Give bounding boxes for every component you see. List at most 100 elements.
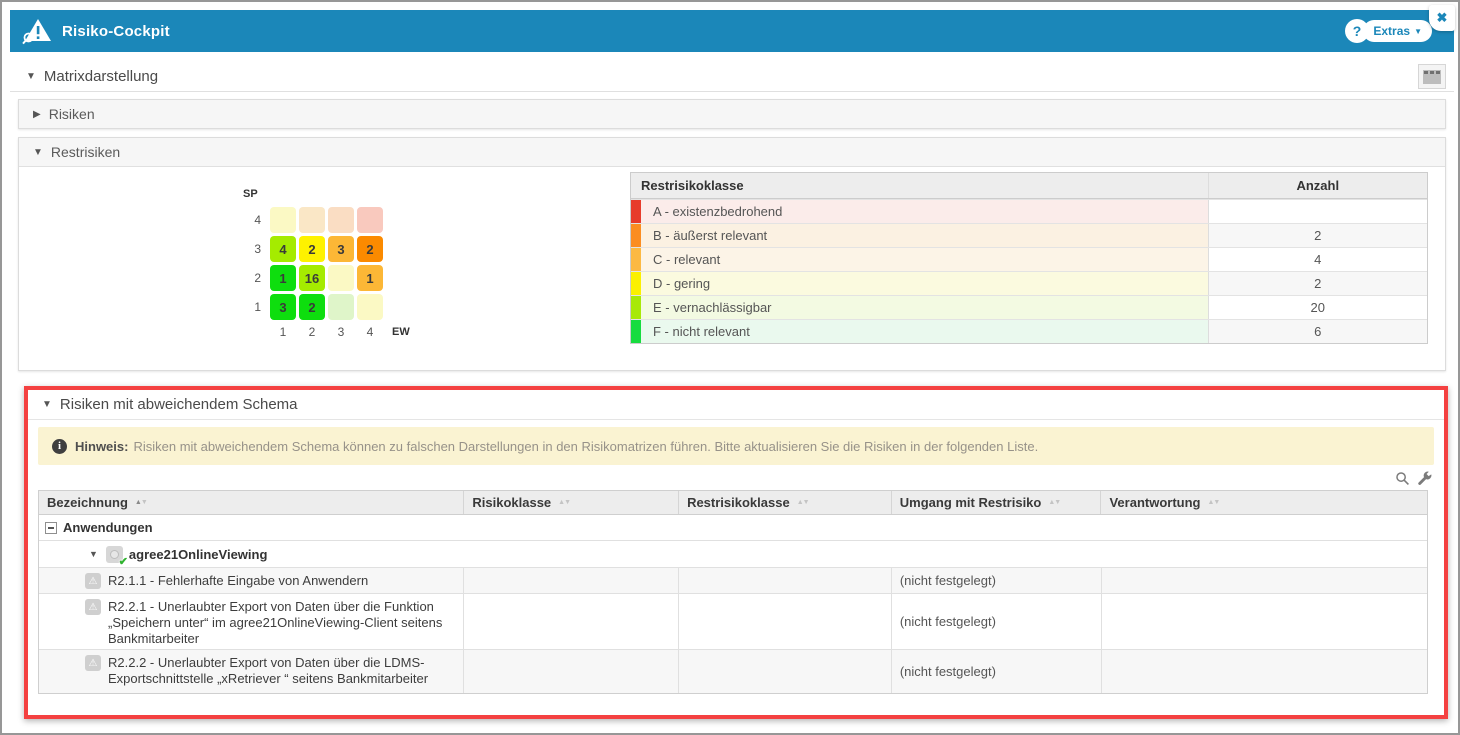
matrix-column-labels: 1 2 3 4 EW [241,325,410,339]
group-row-anwendungen[interactable]: Anwendungen [39,515,1427,540]
tree-node-agree21onlineviewing[interactable]: ▼ ✔ agree21OnlineViewing [39,540,1427,567]
hint-label: Hinweis: [75,439,128,454]
risikoklasse-value [464,650,679,693]
restrisikoklasse-value [679,650,892,693]
section-matrixdarstellung[interactable]: ▼ Matrixdarstellung [10,62,1454,92]
risk-row-r211[interactable]: ⚠ R2.1.1 - Fehlerhafte Eingabe von Anwen… [39,567,1427,593]
panel-restrisiken-header[interactable]: ▼ Restrisiken [19,138,1445,167]
panel-risiken-header[interactable]: ▶ Risiken [19,100,1445,128]
class-color-strip [631,320,641,343]
matrix-cell: 2 [357,236,383,262]
risk-row-r221[interactable]: ⚠ R2.2.1 - Unerlaubter Export von Daten … [39,593,1427,649]
table-row: E - vernachlässigbar 20 [631,295,1427,319]
panel-restrisiken: ▼ Restrisiken SP 4 3 4 2 3 2 2 1 [18,137,1446,371]
risk-name: R2.2.2 - Unerlaubter Export von Daten üb… [108,655,452,687]
matrix-cell: 1 [270,265,296,291]
matrix-cell [270,207,296,233]
matrix-cell [328,207,354,233]
caret-down-icon[interactable]: ▼ [89,549,98,559]
panel-risiken-label: Risiken [49,106,95,122]
restrisikoklasse-value [679,568,892,593]
table-row: C - relevant 4 [631,247,1427,271]
table-row: B - äußerst relevant 2 [631,223,1427,247]
column-header-verantwortung[interactable]: Verantwortung ▲▼ [1101,491,1427,514]
check-icon: ✔ [119,555,128,568]
extras-button[interactable]: Extras ▼ [1363,20,1432,42]
panel-restrisiken-label: Restrisiken [51,144,120,160]
class-color-strip [631,224,641,247]
risk-warning-icon: ⚠ [85,573,101,589]
search-icon[interactable] [1395,471,1410,486]
class-count: 4 [1208,248,1427,271]
risk-warning-logo-icon [22,18,52,45]
sort-icons: ▲▼ [1048,499,1060,506]
matrix-cell: 1 [357,265,383,291]
layout-grid-button[interactable] [1418,64,1446,89]
extras-label: Extras [1373,24,1410,38]
column-header-bezeichnung[interactable]: Bezeichnung ▲▼ [39,491,464,514]
column-header-restrisikoklasse: Restrisikoklasse [631,178,744,193]
group-label: Anwendungen [63,520,153,535]
risk-list-table: Bezeichnung ▲▼ Risikoklasse ▲▼ Restrisik… [38,490,1428,694]
class-count: 2 [1208,272,1427,295]
matrix-col-label: 3 [328,325,354,339]
hint-text: Risiken mit abweichendem Schema können z… [133,439,1038,454]
panel-risiken: ▶ Risiken [18,99,1446,129]
matrix-col-label: 1 [270,325,296,339]
risk-matrix: SP 4 3 4 2 3 2 2 1 16 1 [241,188,410,339]
class-count: 6 [1208,320,1427,343]
class-label: C - relevant [641,252,720,267]
risk-name: R2.1.1 - Fehlerhafte Eingabe von Anwende… [108,573,368,589]
title-bar: Risiko-Cockpit ? Extras ▼ [10,10,1454,52]
matrix-cell: 2 [299,236,325,262]
matrix-x-axis-label: EW [392,326,410,338]
matrix-cell [357,207,383,233]
column-header-risikoklasse[interactable]: Risikoklasse ▲▼ [464,491,679,514]
matrix-row: 2 1 16 1 [241,265,410,291]
matrix-col-label: 4 [357,325,383,339]
node-label: agree21OnlineViewing [129,547,267,562]
risk-row-r222[interactable]: ⚠ R2.2.2 - Unerlaubter Export von Daten … [39,649,1427,693]
risikoklasse-value [464,594,679,649]
sort-icons: ▲▼ [558,499,570,506]
class-label: D - gering [641,276,710,291]
risikoklasse-value [464,568,679,593]
section-schema-header[interactable]: ▼ Risiken mit abweichendem Schema [28,390,1444,420]
chevron-down-icon: ▼ [1414,27,1422,36]
collapse-minus-icon[interactable] [45,522,57,534]
section-schema-label: Risiken mit abweichendem Schema [60,396,298,413]
class-label: B - äußerst relevant [641,228,767,243]
matrix-row-label: 3 [241,242,261,256]
matrix-row: 1 3 2 [241,294,410,320]
matrix-cell [328,294,354,320]
caret-down-icon: ▼ [26,71,36,82]
class-color-strip [631,248,641,271]
matrix-cell [299,207,325,233]
close-button[interactable]: ✖ [1429,5,1455,31]
class-count: 20 [1208,296,1427,319]
class-label: A - existenzbedrohend [641,204,782,219]
matrix-row-label: 2 [241,271,261,285]
risk-warning-icon: ⚠ [85,599,101,615]
app-window: Risiko-Cockpit ? Extras ▼ ✖ ▼ Matrixdars… [0,0,1460,735]
verantwortung-value [1102,568,1428,593]
matrix-row-label: 1 [241,300,261,314]
verantwortung-value [1102,594,1428,649]
caret-right-icon: ▶ [33,109,41,120]
class-color-strip [631,272,641,295]
caret-down-icon: ▼ [33,147,43,158]
matrix-col-label: 2 [299,325,325,339]
table-row: D - gering 2 [631,271,1427,295]
matrix-cell: 16 [299,265,325,291]
hint-banner: i Hinweis: Risiken mit abweichendem Sche… [38,427,1434,465]
column-header-anzahl: Anzahl [1208,173,1427,198]
restrisikoklasse-value [679,594,892,649]
umgang-value: (nicht festgelegt) [892,650,1102,693]
column-header-restrisikoklasse[interactable]: Restrisikoklasse ▲▼ [679,491,892,514]
class-count [1208,200,1427,223]
umgang-value: (nicht festgelegt) [892,568,1102,593]
column-header-umgang-mit-restrisiko[interactable]: Umgang mit Restrisiko ▲▼ [892,491,1102,514]
class-label: E - vernachlässigbar [641,300,772,315]
risk-name: R2.2.1 - Unerlaubter Export von Daten üb… [108,599,452,647]
wrench-icon[interactable] [1417,471,1432,486]
